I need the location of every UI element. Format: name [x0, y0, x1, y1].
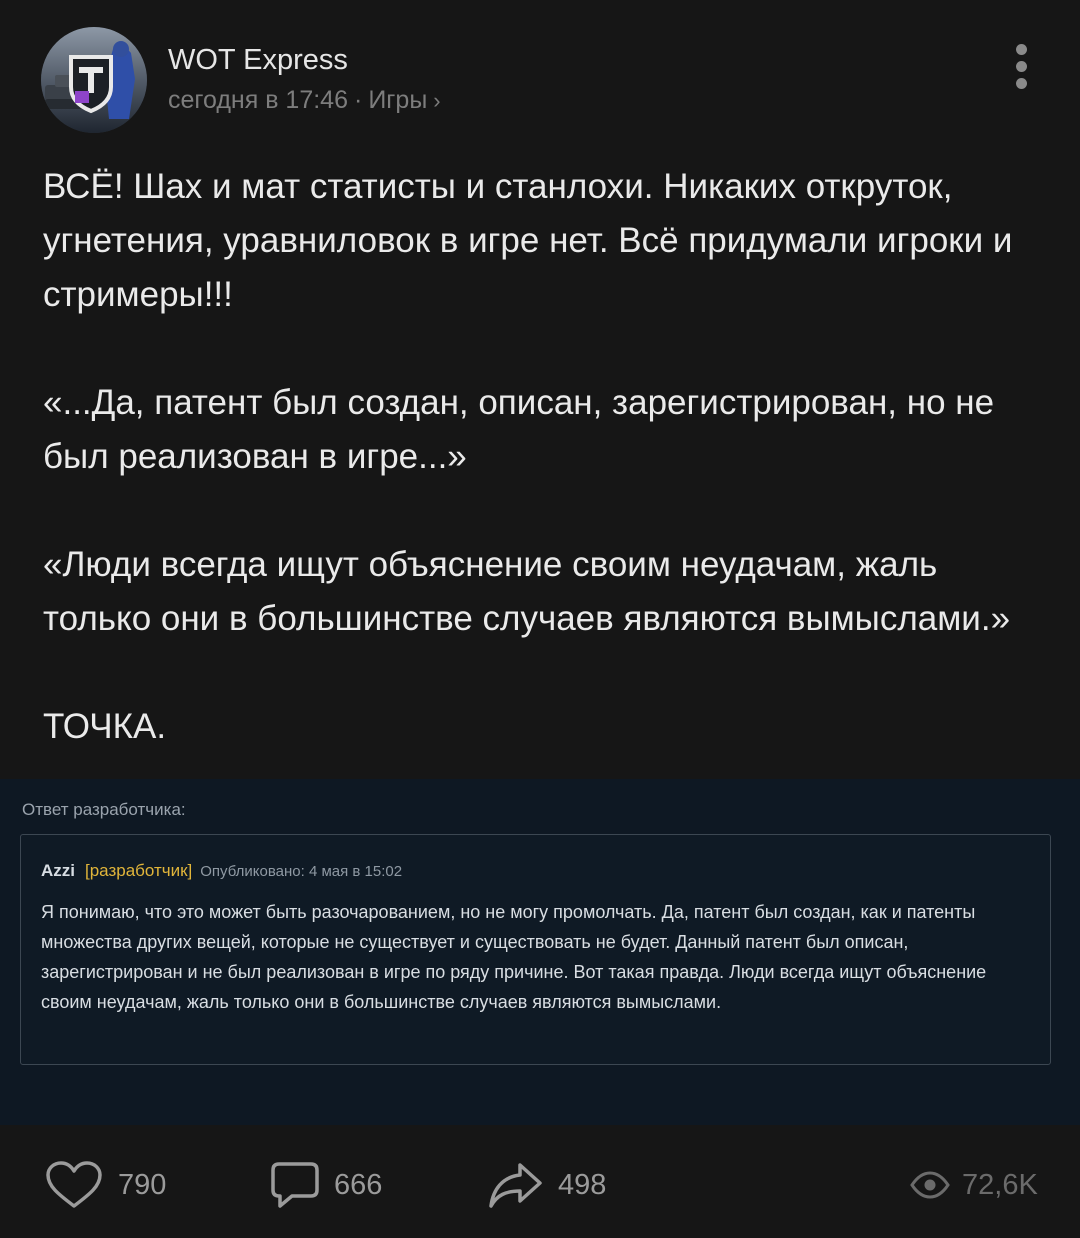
- post-paragraph: «...Да, патент был создан, описан, зарег…: [43, 383, 995, 476]
- author-name[interactable]: WOT Express: [168, 44, 348, 77]
- more-dot-icon: [1016, 78, 1027, 89]
- like-count: 790: [118, 1168, 167, 1201]
- comment-bubble-icon: [271, 1162, 319, 1208]
- developer-quote: Azzi [разработчик] Опубликовано: 4 мая в 1…: [20, 834, 1051, 1065]
- comment-button[interactable]: 666: [270, 1160, 382, 1210]
- share-arrow-icon: [489, 1163, 542, 1208]
- post-paragraph: ТОЧКА.: [43, 707, 167, 746]
- eye-icon: [910, 1171, 950, 1199]
- developer-tag: [разработчик]: [85, 861, 193, 880]
- post-category[interactable]: Игры: [368, 86, 427, 114]
- post-actions: 790 666 498 72,6K: [0, 1140, 1080, 1230]
- author-avatar[interactable]: [41, 27, 147, 133]
- post-paragraph: ВСЁ! Шах и мат статисты и станлохи. Ника…: [43, 167, 1013, 314]
- quote-author: Azzi: [41, 861, 75, 880]
- views-count: 72,6K: [962, 1168, 1038, 1201]
- more-dot-icon: [1016, 61, 1027, 72]
- like-button[interactable]: 790: [44, 1160, 166, 1210]
- quote-header: Azzi [разработчик] Опубликовано: 4 мая в 1…: [41, 861, 402, 881]
- share-count: 498: [558, 1168, 607, 1201]
- post-time: сегодня в 17:46: [168, 86, 348, 114]
- quote-text: Я понимаю, что это может быть разочарова…: [41, 902, 987, 1012]
- post-body: ВСЁ! Шах и мат статисты и станлохи. Ника…: [43, 160, 1043, 754]
- post-meta: сегодня в 17:46 · Игры ›: [168, 86, 441, 115]
- attached-screenshot[interactable]: Ответ разработчика: Azzi [разработчик] Опу…: [0, 779, 1080, 1125]
- heart-icon: [46, 1161, 102, 1208]
- share-button[interactable]: 498: [488, 1160, 606, 1210]
- post-header: WOT Express сегодня в 17:46 · Игры ›: [0, 0, 1080, 140]
- views-counter: 72,6K: [910, 1160, 1038, 1210]
- wot-express-logo-icon: [41, 27, 147, 133]
- meta-separator: ·: [354, 86, 363, 114]
- chevron-right-icon: ›: [433, 88, 441, 113]
- comment-count: 666: [334, 1168, 383, 1201]
- quote-date: Опубликовано: 4 мая в 15:02: [200, 863, 403, 880]
- embed-caption: Ответ разработчика:: [22, 800, 186, 819]
- post-paragraph: «Люди всегда ищут объяснение своим неуда…: [43, 545, 1011, 638]
- more-options-button[interactable]: [1004, 40, 1040, 90]
- more-dot-icon: [1016, 44, 1027, 55]
